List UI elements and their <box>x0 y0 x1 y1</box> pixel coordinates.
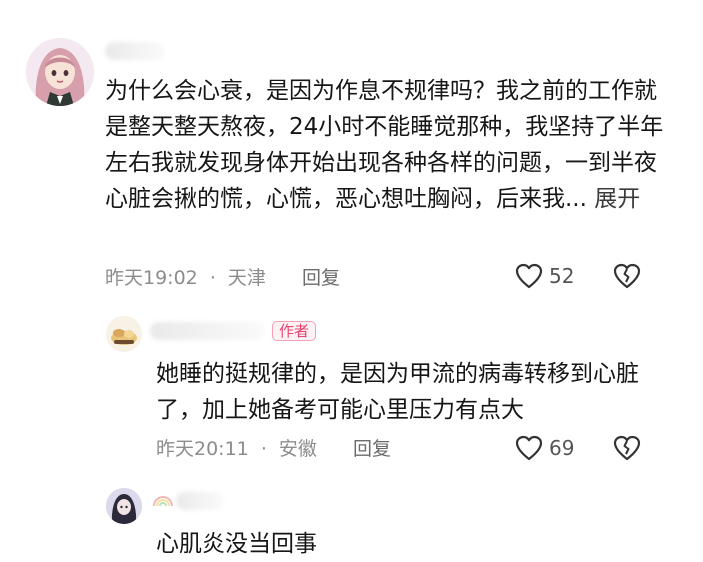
username-redacted[interactable] <box>176 492 224 510</box>
meta-separator: · <box>260 438 267 460</box>
like-button[interactable]: 69 <box>515 434 577 464</box>
avatar-illustration <box>26 38 94 106</box>
broken-heart-icon <box>613 263 641 289</box>
avatar-food-image <box>106 316 142 352</box>
broken-heart-icon <box>613 435 641 461</box>
reply-text: 她睡的挺规律的，是因为甲流的病毒转移到心脏了，加上她备考可能心里压力有点大 <box>156 356 652 428</box>
reply-location: 安徽 <box>278 438 317 460</box>
dislike-button[interactable] <box>612 262 642 290</box>
expand-link[interactable]: 展开 <box>594 186 640 212</box>
avatar[interactable] <box>26 38 94 106</box>
comment-text: 为什么会心衰，是因为作息不规律吗？我之前的工作就是整天整天熬夜，24小时不能睡觉… <box>105 73 665 217</box>
reply-body: 她睡的挺规律的，是因为甲流的病毒转移到心脏了，加上她备考可能心里压力有点大 <box>156 361 639 423</box>
reply-time: 昨天20:11 <box>156 438 249 460</box>
comment-body: 为什么会心衰，是因为作息不规律吗？我之前的工作就是整天整天熬夜，24小时不能睡觉… <box>105 78 664 212</box>
username-redacted[interactable] <box>150 322 265 340</box>
like-count: 69 <box>549 436 575 460</box>
avatar[interactable] <box>106 488 142 524</box>
avatar[interactable] <box>106 316 142 352</box>
reply-meta: 昨天20:11 · 安徽 回复 <box>156 437 391 461</box>
heart-outline-icon <box>515 435 543 461</box>
reply-button[interactable]: 回复 <box>353 438 391 460</box>
rainbow-icon <box>152 492 174 511</box>
avatar-illustration <box>106 488 142 524</box>
comment-time: 昨天19:02 <box>105 267 198 289</box>
author-badge-label: 作者 <box>272 321 317 341</box>
comment-meta: 昨天19:02 · 天津 回复 <box>105 266 340 290</box>
author-badge: 作者 <box>272 320 317 342</box>
like-button[interactable]: 52 <box>515 262 577 292</box>
reply-text: 心肌炎没当回事 <box>156 526 556 562</box>
username-redacted[interactable] <box>105 42 165 60</box>
dislike-button[interactable] <box>612 434 642 462</box>
reply-body: 心肌炎没当回事 <box>156 531 317 557</box>
meta-separator: · <box>209 267 216 289</box>
comment-location: 天津 <box>227 267 266 289</box>
heart-outline-icon <box>515 263 543 289</box>
reply-button[interactable]: 回复 <box>302 267 340 289</box>
like-count: 52 <box>549 264 575 288</box>
